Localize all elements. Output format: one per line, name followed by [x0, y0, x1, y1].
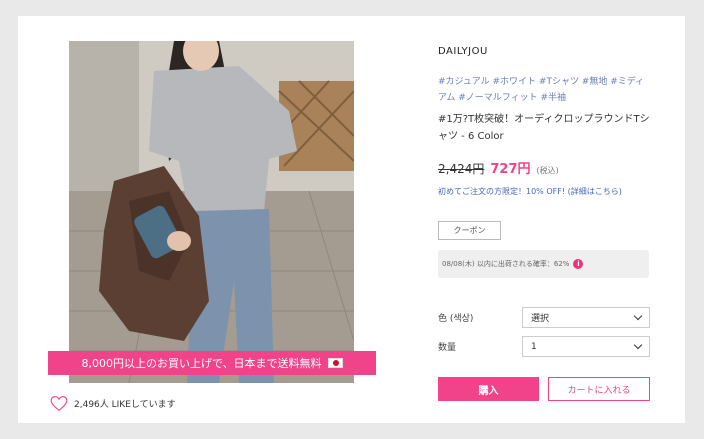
price-block: 2,424円 727円 (税込): [438, 158, 559, 177]
quantity-option-label: 数量: [438, 343, 457, 353]
info-icon[interactable]: i: [573, 259, 584, 269]
product-card: 8,000円以上のお買い上げで、日本まで送料無料 2,496人 LIKEしていま…: [18, 16, 685, 423]
chevron-down-icon: [633, 340, 643, 350]
original-price: 2,424円: [438, 162, 485, 176]
product-photo-illustration: [69, 41, 354, 383]
brand-name[interactable]: DAILYJOU: [438, 46, 488, 57]
tax-note: (税込): [536, 166, 559, 175]
free-shipping-banner: 8,000円以上のお買い上げで、日本まで送料無料: [48, 351, 376, 375]
free-shipping-text: 8,000円以上のお買い上げで、日本まで送料無料: [81, 357, 322, 370]
color-option-row: 色 (색상) 選択: [438, 307, 650, 328]
color-option-label: 色 (색상): [438, 314, 474, 324]
heart-icon[interactable]: [50, 396, 68, 411]
product-photo[interactable]: [69, 41, 354, 383]
color-select-value: 選択: [531, 314, 550, 324]
sale-price: 727円: [490, 162, 531, 177]
color-select[interactable]: 選択: [522, 307, 650, 328]
japan-flag-icon: [327, 358, 343, 368]
likes: 2,496人 LIKEしています: [50, 396, 176, 411]
product-tags[interactable]: #カジュアル #ホワイト #Tシャツ #無地 #ミディアム #ノーマルフィット …: [438, 74, 653, 106]
add-to-cart-button[interactable]: カートに入れる: [548, 377, 650, 401]
quantity-option-row: 数量 1: [438, 336, 650, 357]
shipping-estimate: 08/08(木) 以内に出荷される確率：62% i: [438, 250, 649, 278]
buy-button[interactable]: 購入: [438, 377, 539, 401]
shipping-estimate-text: 08/08(木) 以内に出荷される確率：62%: [442, 260, 570, 268]
likes-count: 2,496人 LIKEしています: [74, 400, 176, 410]
first-order-coupon-link[interactable]: 初めてご注文の方限定！10% OFF! (詳細はこちら): [438, 186, 622, 197]
product-title: #1万?T枚突破！オーディクロップラウンドTシャツ - 6 Color: [438, 114, 650, 142]
coupon-button[interactable]: クーポン: [438, 221, 501, 240]
quantity-select[interactable]: 1: [522, 336, 650, 357]
quantity-select-value: 1: [531, 341, 537, 352]
chevron-down-icon: [633, 311, 643, 321]
